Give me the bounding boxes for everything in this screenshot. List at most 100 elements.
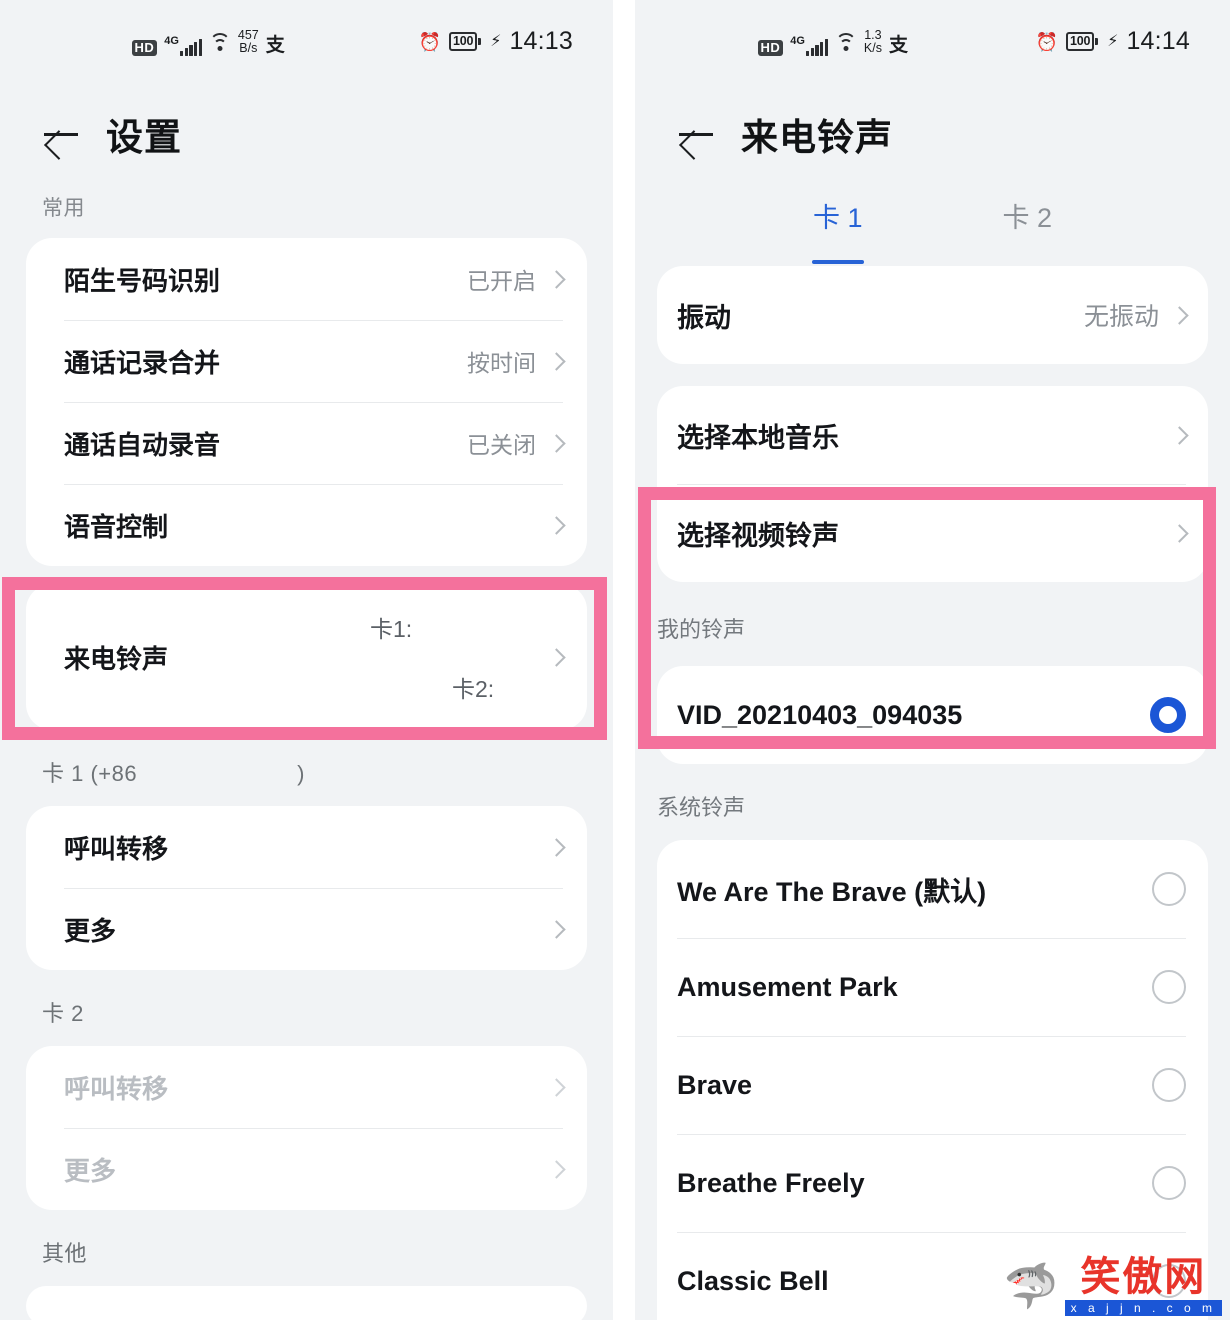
row-stranger-number-id[interactable]: 陌生号码识别 已开启 [26,238,587,320]
row-vibration[interactable]: 振动 无振动 [657,266,1208,364]
row-label: VID_20210403_094035 [677,699,963,730]
sim2-section-header: 卡 2 [0,970,613,1046]
row-incoming-ringtone[interactable]: 来电铃声 卡1: 卡2: [26,584,587,730]
row-label: 语音控制 [64,511,169,542]
row-sim1-call-forwarding[interactable]: 呼叫转移 [26,806,587,888]
radio-unselected-icon[interactable] [1152,1068,1186,1102]
chevron-right-icon [1170,523,1189,543]
network-speed: 457 B/s [238,28,259,55]
common-settings-card: 陌生号码识别 已开启 通话记录合并 按时间 通话自动录音 已关闭 语音控制 [26,238,587,566]
tab-sim2[interactable]: 卡 2 [1003,196,1053,266]
charging-bolt-icon: ⚡ [490,32,502,50]
system-ringtones-card: We Are The Brave (默认) Amusement Park Bra… [657,840,1208,1320]
ringtone-sim2-line: 卡2: [292,670,544,704]
row-my-ringtone-vid[interactable]: VID_20210403_094035 [657,666,1208,764]
network-speed-unit: K/s [863,40,882,55]
chevron-right-icon [547,647,566,667]
other-header-text: 其他 [42,1241,88,1266]
back-arrow-icon[interactable] [40,113,82,155]
sim-tabs: 卡 1 卡 2 [635,174,1230,266]
row-value: 无振动 [1083,303,1159,331]
signal-bars-icon [179,39,202,56]
row-system-ringtone[interactable]: Breathe Freely [657,1134,1208,1232]
alarm-icon: ⏰ [1035,31,1058,52]
chevron-right-icon [1170,305,1189,325]
radio-unselected-icon[interactable] [1152,970,1186,1004]
back-arrow-icon[interactable] [675,113,717,155]
page-title: 来电铃声 [741,117,893,158]
status-bar-right: HD 4G 1.3 K/s 支 ⏰ 100 ⚡ 14:14 [635,0,1230,78]
status-clock: 14:14 [1126,27,1190,55]
radio-unselected-icon[interactable] [1152,1166,1186,1200]
ringtone-sim1-line: 卡1: [292,610,544,644]
row-label: Breathe Freely [677,1167,865,1198]
left-phone-screen: HD 4G 457 B/s 支 ⏰ 100 ⚡ 14:13 设置 常用 陌生号码… [0,0,613,1320]
network-type-label: 4G [164,35,179,47]
page-title: 设置 [106,117,182,158]
row-voice-control[interactable]: 语音控制 [26,484,587,566]
signal-icon: 4G [790,36,828,56]
battery-percent: 100 [1065,32,1095,51]
sim1-header-text: 卡 1 (+86 [42,761,138,786]
battery-nub-icon [1095,38,1099,45]
network-speed-unit: B/s [239,40,258,55]
sim1-section-header: 卡 1 (+86 ) [0,730,613,806]
status-right-icons: ⏰ 100 ⚡ 14:13 [419,27,573,56]
battery-percent: 100 [448,32,478,51]
tab-sim1[interactable]: 卡 1 [813,196,863,266]
row-system-ringtone[interactable]: We Are The Brave (默认) [657,840,1208,938]
watermark-text: 笑傲网 x a j j n . c o m [1064,1257,1222,1316]
vibration-card: 振动 无振动 [657,266,1208,364]
radio-unselected-icon[interactable] [1152,872,1186,906]
hd-icon: HD [131,39,158,56]
network-speed: 1.3 K/s [863,28,882,55]
battery-icon: 100 [1065,32,1099,51]
hd-icon: HD [757,39,784,56]
other-card-partial [26,1286,587,1320]
title-bar-left: 设置 [0,78,613,174]
row-label: 选择视频铃声 [677,520,839,551]
site-watermark: 🦈 笑傲网 x a j j n . c o m [1004,1257,1222,1316]
chevron-right-icon [547,1159,566,1179]
row-label: Brave [677,1069,753,1100]
network-type-label: 4G [790,35,805,47]
status-clock: 14:13 [509,27,573,55]
row-call-log-merge[interactable]: 通话记录合并 按时间 [26,320,587,402]
chevron-right-icon [1170,425,1189,445]
row-label: Amusement Park [677,971,898,1002]
row-system-ringtone[interactable]: Amusement Park [657,938,1208,1036]
row-value: 已关闭 [467,432,536,458]
row-sim2-more: 更多 [26,1128,587,1210]
sim2-card: 呼叫转移 更多 [26,1046,587,1210]
row-label: 通话记录合并 [64,347,221,378]
row-label: 来电铃声 [64,643,169,674]
sim1-card: 呼叫转移 更多 [26,806,587,970]
row-pick-video-ringtone[interactable]: 选择视频铃声 [657,484,1208,582]
row-sim1-more[interactable]: 更多 [26,888,587,970]
right-phone-screen: HD 4G 1.3 K/s 支 ⏰ 100 ⚡ 14:14 来电铃声 卡 1 卡… [635,0,1230,1320]
row-sim2-call-forwarding: 呼叫转移 [26,1046,587,1128]
row-label: 更多 [64,915,117,946]
row-system-ringtone[interactable]: Brave [657,1036,1208,1134]
status-left-icons: HD 4G 457 B/s 支 [131,28,285,56]
chevron-right-icon [547,837,566,857]
row-pick-local-music[interactable]: 选择本地音乐 [657,386,1208,484]
row-label: 陌生号码识别 [64,265,221,296]
ringtone-card: 来电铃声 卡1: 卡2: [26,584,587,730]
section-label-my-ringtones: 我的铃声 [635,582,1230,666]
row-auto-call-record[interactable]: 通话自动录音 已关闭 [26,402,587,484]
chevron-right-icon [547,515,566,535]
row-label: 振动 [677,302,731,333]
shark-icon: 🦈 [1003,1261,1059,1311]
alipay-icon: 支 [265,35,285,56]
status-right-icons: ⏰ 100 ⚡ 14:14 [1036,27,1190,56]
radio-selected-icon[interactable] [1150,697,1186,733]
row-label: 呼叫转移 [64,1073,169,1104]
status-left-icons: HD 4G 1.3 K/s 支 [757,28,908,56]
signal-bars-icon [805,39,828,56]
row-label: 选择本地音乐 [677,422,839,453]
ringtone-sim1-label: 卡1: [370,616,413,642]
chevron-right-icon [547,1077,566,1097]
chevron-right-icon [547,351,566,371]
charging-bolt-icon: ⚡ [1107,32,1119,50]
